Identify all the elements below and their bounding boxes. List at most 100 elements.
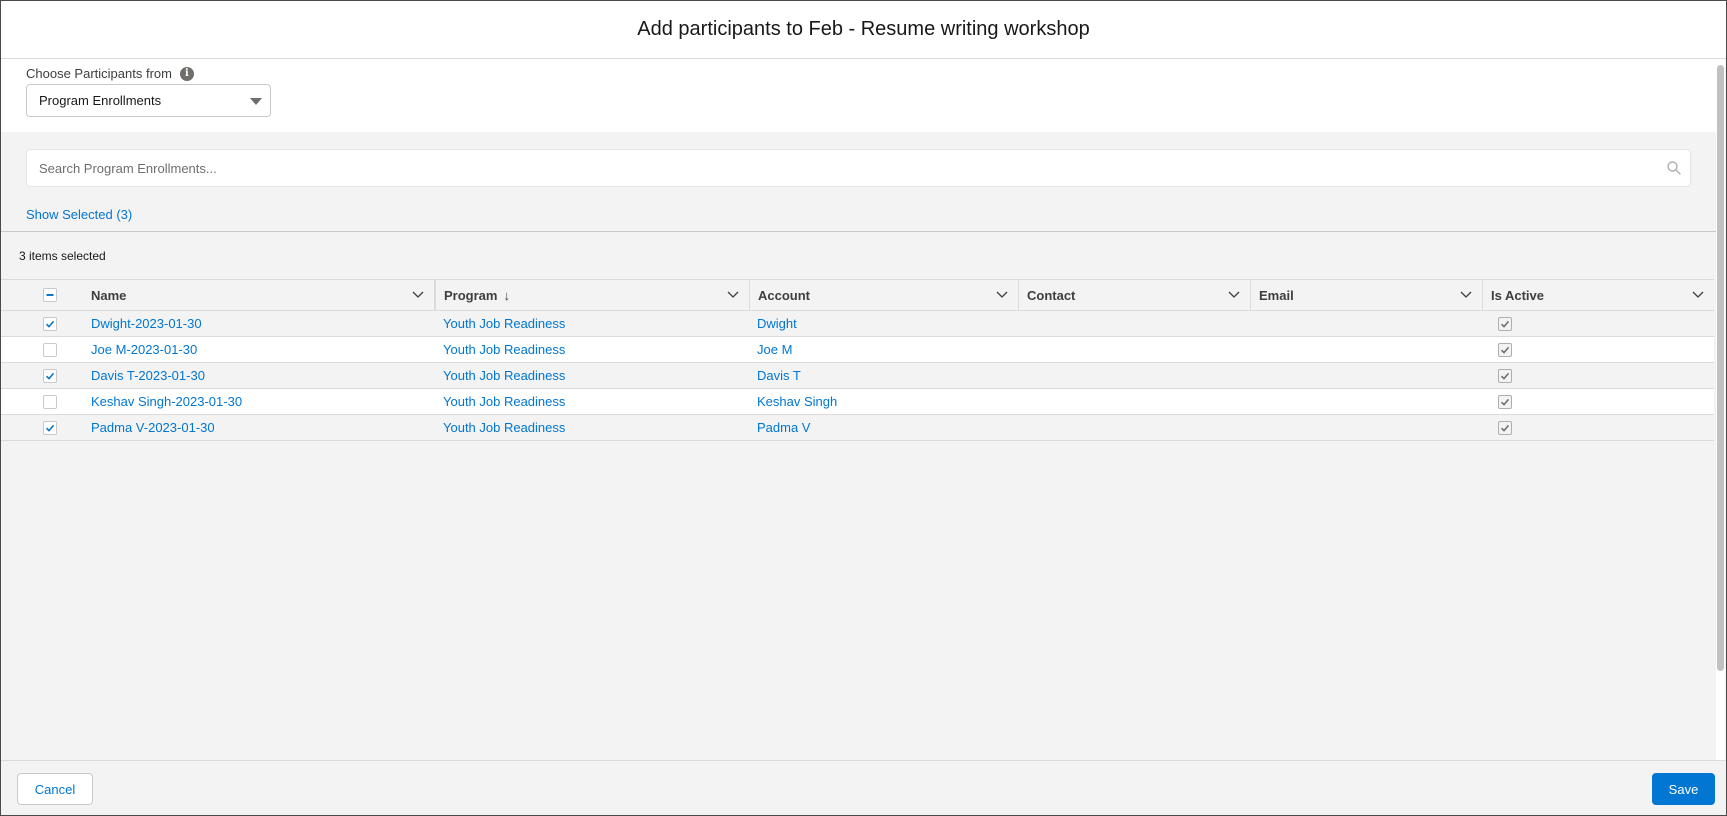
email-cell	[1250, 415, 1482, 440]
chevron-down-icon[interactable]	[1228, 291, 1240, 299]
column-label-email: Email	[1259, 287, 1294, 303]
contact-cell	[1018, 337, 1250, 362]
table-row[interactable]: Joe M-2023-01-30 Youth Job Readiness Joe M	[1, 337, 1714, 363]
column-label-account: Account	[758, 287, 810, 303]
column-label-program: Program	[444, 287, 498, 303]
info-icon[interactable]: i	[179, 66, 194, 81]
is-active-cell	[1482, 337, 1714, 362]
minus-icon	[46, 294, 54, 296]
program-cell: Youth Job Readiness	[435, 415, 749, 440]
is-active-cell	[1482, 363, 1714, 388]
column-header-program[interactable]: Program ↓	[435, 280, 749, 310]
chevron-down-icon[interactable]	[996, 291, 1008, 299]
modal-footer: Cancel Save	[1, 760, 1726, 815]
checkmark-icon	[45, 372, 55, 380]
table-header-row: Name Program ↓ Account Contact Email Is …	[1, 279, 1714, 311]
source-select-value: Program Enrollments	[39, 93, 162, 108]
program-cell: Youth Job Readiness	[435, 337, 749, 362]
contact-cell	[1018, 415, 1250, 440]
table-row[interactable]: Padma V-2023-01-30 Youth Job Readiness Pad…	[1, 415, 1714, 441]
caret-down-icon	[250, 98, 262, 105]
scrollbar-thumb[interactable]	[1717, 65, 1724, 671]
column-header-email[interactable]: Email	[1250, 280, 1482, 310]
source-select[interactable]: Program Enrollments	[26, 84, 271, 117]
column-label-name: Name	[91, 287, 127, 303]
email-cell	[1250, 337, 1482, 362]
table-row[interactable]: Davis T-2023-01-30 Youth Job Readiness Dav…	[1, 363, 1714, 389]
search-icon[interactable]	[1666, 160, 1682, 176]
row-select-checkbox[interactable]	[43, 316, 57, 331]
account-cell: Keshav Singh	[749, 389, 1018, 414]
source-label: Choose Participants from	[26, 66, 172, 81]
checkmark-icon	[1500, 372, 1510, 380]
checkmark-icon	[45, 424, 55, 432]
row-select-checkbox[interactable]	[43, 394, 57, 409]
show-selected-link[interactable]: Show Selected (3)	[26, 207, 132, 222]
account-link[interactable]: Joe M	[757, 342, 792, 357]
checkmark-icon	[1500, 424, 1510, 432]
program-link[interactable]: Youth Job Readiness	[443, 342, 565, 357]
row-select-cell	[1, 311, 89, 336]
name-link[interactable]: Dwight-2023-01-30	[91, 316, 202, 331]
search-box	[26, 149, 1691, 187]
save-button[interactable]: Save	[1652, 773, 1715, 805]
email-cell	[1250, 363, 1482, 388]
table-row[interactable]: Keshav Singh-2023-01-30 Youth Job Readine…	[1, 389, 1714, 415]
account-cell: Padma V	[749, 415, 1018, 440]
is-active-cell	[1482, 311, 1714, 336]
row-select-checkbox[interactable]	[43, 420, 57, 435]
column-header-is-active[interactable]: Is Active	[1482, 280, 1714, 310]
account-link[interactable]: Keshav Singh	[757, 394, 837, 409]
is-active-checkbox	[1498, 394, 1512, 409]
chevron-down-icon[interactable]	[1692, 291, 1704, 299]
table-row[interactable]: Dwight-2023-01-30 Youth Job Readiness Dwig…	[1, 311, 1714, 337]
contact-cell	[1018, 389, 1250, 414]
row-select-checkbox[interactable]	[43, 368, 57, 383]
search-input[interactable]	[39, 160, 1639, 176]
name-cell: Keshav Singh-2023-01-30	[89, 389, 435, 414]
is-active-checkbox	[1498, 316, 1512, 331]
modal-title: Add participants to Feb - Resume writing…	[637, 18, 1090, 40]
account-cell: Dwight	[749, 311, 1018, 336]
is-active-checkbox	[1498, 368, 1512, 383]
name-cell: Joe M-2023-01-30	[89, 337, 435, 362]
cancel-button[interactable]: Cancel	[17, 773, 93, 805]
program-cell: Youth Job Readiness	[435, 311, 749, 336]
contact-cell	[1018, 311, 1250, 336]
program-link[interactable]: Youth Job Readiness	[443, 394, 565, 409]
is-active-cell	[1482, 415, 1714, 440]
name-link[interactable]: Keshav Singh-2023-01-30	[91, 394, 242, 409]
source-label-row: Choose Participants from i	[26, 66, 194, 81]
row-select-checkbox[interactable]	[43, 342, 57, 357]
select-all-checkbox[interactable]	[43, 288, 57, 302]
name-link[interactable]: Padma V-2023-01-30	[91, 420, 215, 435]
column-header-contact[interactable]: Contact	[1018, 280, 1250, 310]
program-link[interactable]: Youth Job Readiness	[443, 420, 565, 435]
chevron-down-icon[interactable]	[1460, 291, 1472, 299]
source-section: Choose Participants from i Program Enrol…	[1, 59, 1717, 132]
column-label-is-active: Is Active	[1491, 287, 1544, 303]
account-link[interactable]: Dwight	[757, 316, 797, 331]
checkmark-icon	[1500, 320, 1510, 328]
divider	[1, 231, 1717, 232]
column-header-name[interactable]: Name	[89, 280, 435, 310]
name-link[interactable]: Joe M-2023-01-30	[91, 342, 197, 357]
is-active-cell	[1482, 389, 1714, 414]
account-cell: Joe M	[749, 337, 1018, 362]
name-link[interactable]: Davis T-2023-01-30	[91, 368, 205, 383]
chevron-down-icon[interactable]	[727, 291, 739, 299]
account-link[interactable]: Davis T	[757, 368, 801, 383]
program-link[interactable]: Youth Job Readiness	[443, 368, 565, 383]
column-label-contact: Contact	[1027, 287, 1076, 303]
column-header-account[interactable]: Account	[749, 280, 1018, 310]
program-link[interactable]: Youth Job Readiness	[443, 316, 565, 331]
is-active-checkbox	[1498, 420, 1512, 435]
account-link[interactable]: Padma V	[757, 420, 810, 435]
chevron-down-icon[interactable]	[412, 291, 424, 299]
program-cell: Youth Job Readiness	[435, 363, 749, 388]
row-select-cell	[1, 337, 89, 362]
scrollbar[interactable]	[1716, 59, 1725, 760]
row-select-cell	[1, 415, 89, 440]
add-participants-modal: Add participants to Feb - Resume writing…	[0, 0, 1727, 816]
selection-count: 3 items selected	[19, 249, 106, 263]
